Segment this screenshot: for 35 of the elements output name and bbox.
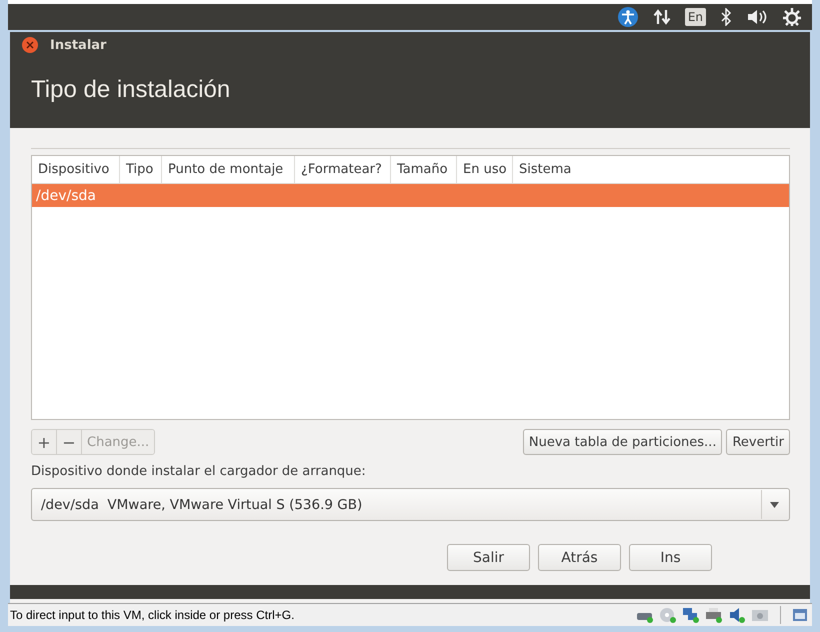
keyboard-layout-indicator[interactable]: En [684, 8, 706, 26]
camera-icon[interactable] [751, 607, 769, 623]
remove-button[interactable]: − [57, 430, 82, 454]
gear-icon[interactable] [782, 7, 802, 27]
status-text: To direct input to this VM, click inside or press Ctrl+G. [10, 608, 294, 622]
printer-icon[interactable] [705, 607, 723, 623]
transfer-arrows-icon[interactable] [652, 8, 671, 26]
bootloader-label: Dispositivo donde instalar el cargador de arranque: [31, 464, 367, 479]
column-header[interactable]: Dispositivo [32, 156, 120, 183]
disc-icon[interactable] [659, 607, 677, 623]
add-button[interactable]: + [32, 430, 57, 454]
volume-icon[interactable] [746, 8, 768, 26]
table-button[interactable]: Nueva tabla de particiones... [522, 429, 722, 455]
column-header[interactable]: Tipo [120, 156, 162, 183]
action-button[interactable]: Atrás [538, 544, 621, 571]
close-icon [26, 41, 34, 49]
action-button[interactable]: Ins [629, 544, 712, 571]
column-header[interactable]: Punto de montaje [162, 156, 295, 183]
bootloader-dropdown[interactable]: /dev/sda VMware, VMware Virtual S (536.9 GB) [31, 488, 790, 521]
column-header[interactable]: En uso [457, 156, 513, 183]
column-header[interactable]: Sistema [513, 156, 789, 183]
dropdown-arrow-icon [770, 502, 779, 508]
action-button[interactable]: Salir [447, 544, 530, 571]
window-title: Instalar [50, 38, 106, 52]
column-header[interactable]: ¿Formatear? [295, 156, 391, 183]
network-icon[interactable] [682, 607, 700, 623]
accessibility-icon[interactable] [616, 6, 639, 28]
window-icon[interactable] [792, 607, 808, 623]
close-button[interactable] [22, 37, 38, 53]
bluetooth-icon[interactable] [720, 8, 732, 26]
table-cell-text: /dev/sda [35, 188, 96, 204]
speaker-icon[interactable] [728, 607, 746, 623]
column-header[interactable]: Tamaño [391, 156, 457, 183]
table-button[interactable]: Revertir [726, 429, 790, 455]
page-title: Tipo de instalación [31, 76, 230, 104]
